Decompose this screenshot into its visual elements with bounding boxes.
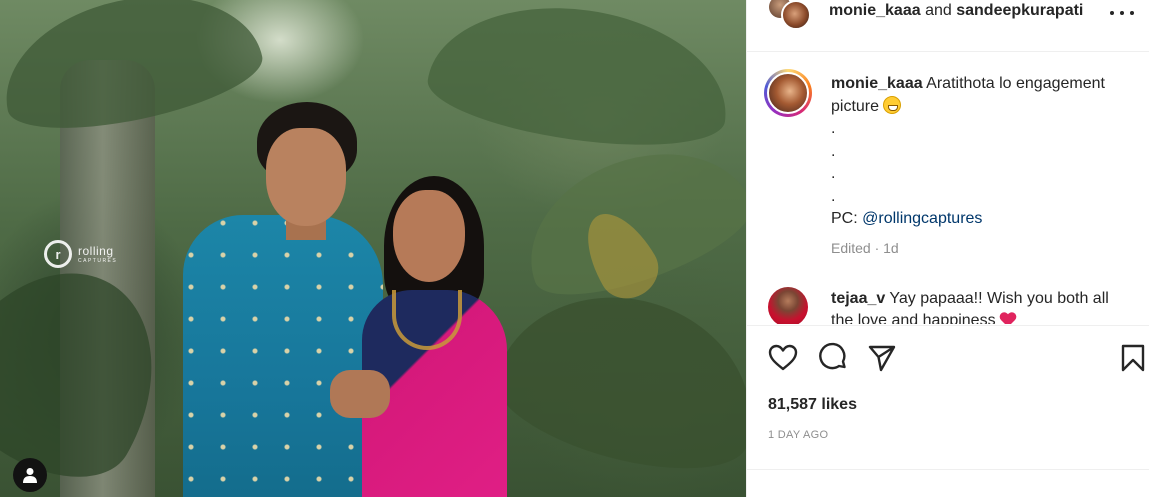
caption-dot: . [831,142,836,160]
divider [747,325,1149,326]
comments-section[interactable]: monie_kaaa Aratithota lo engagement pict… [747,52,1149,324]
banana-leaf [483,269,746,491]
credit-prefix: PC: [831,210,858,227]
credit-handle-link[interactable]: @rollingcaptures [862,210,982,227]
photographer-watermark: r rolling CAPTURES [44,240,117,268]
red-heart-emoji [1000,313,1016,324]
comment-icon[interactable] [817,342,849,374]
caption-meta: Edited · 1d [831,239,899,256]
held-hands [330,370,390,418]
post-photo[interactable]: r rolling CAPTURES [0,0,746,497]
groom-face [266,128,346,226]
tagged-users-button[interactable] [13,458,47,492]
heart-icon[interactable] [767,342,799,374]
bride-face [393,190,465,282]
caption-dot: . [831,120,836,137]
grinning-face-emoji [883,95,902,114]
post-timestamp[interactable]: 1 DAY AGO [768,429,828,441]
watermark-brand: rolling [78,243,114,258]
username-link[interactable]: monie_kaaa [829,2,921,19]
user-icon [23,468,37,483]
username-link[interactable]: sandeepkurapati [956,2,1083,19]
more-horizontal-icon[interactable] [1110,4,1134,22]
post-details-panel: monie_kaaa and sandeepkurapati monie_kaa… [746,0,1149,497]
post-caption: monie_kaaa Aratithota lo engagement pict… [831,73,1131,259]
bookmark-icon[interactable] [1117,342,1149,374]
action-bar [747,336,1149,382]
collab-avatars[interactable] [767,0,813,34]
caption-username[interactable]: monie_kaaa [831,75,923,92]
avatar[interactable] [768,287,808,324]
collab-usernames: monie_kaaa and sandeepkurapati [829,2,1083,20]
divider [747,469,1149,470]
likes-count[interactable]: 81,587 likes [768,396,857,414]
avatar[interactable] [764,69,812,117]
comment-username[interactable]: tejaa_v [831,290,885,307]
share-icon[interactable] [866,342,898,374]
groom-figure [183,215,383,497]
banana-leaf [422,0,738,161]
comment-item: tejaa_v Yay papaaa!! Wish you both all t… [831,288,1131,324]
connector-text: and [925,2,952,19]
avatar[interactable] [781,0,811,30]
watermark-sub: CAPTURES [78,257,118,264]
caption-dot: . [831,187,836,205]
watermark-logo: r [44,240,72,268]
post-header: monie_kaaa and sandeepkurapati [747,0,1149,30]
caption-dot: . [831,165,836,182]
